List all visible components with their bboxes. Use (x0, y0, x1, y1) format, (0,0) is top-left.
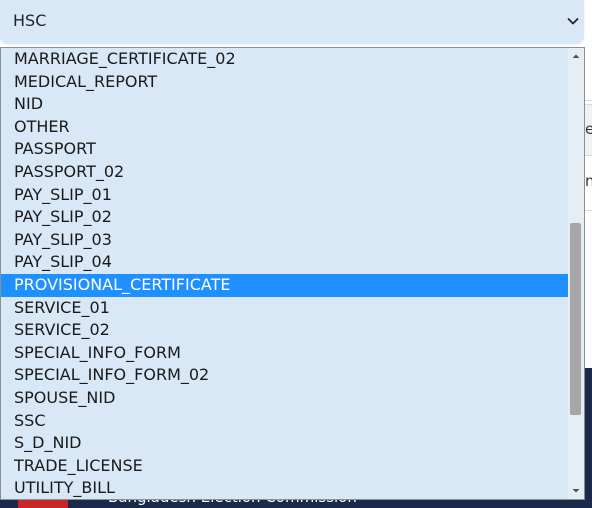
dropdown-option[interactable]: UTILITY_BILL (1, 477, 568, 499)
background-divider (585, 100, 592, 101)
dropdown-option[interactable]: SPECIAL_INFO_FORM_02 (1, 364, 568, 387)
option-list: MARRIAGE_CERTIFICATE_02 MEDICAL_REPORT NID… (1, 48, 568, 499)
document-type-select[interactable]: HSC (0, 0, 584, 44)
dropdown-option[interactable]: PAY_SLIP_03 (1, 229, 568, 252)
chevron-down-icon (567, 18, 579, 25)
background-row-text: n (585, 172, 592, 190)
listbox-scrollbar[interactable] (568, 48, 584, 499)
dropdown-option[interactable]: S_D_NID (1, 432, 568, 455)
dropdown-option[interactable]: PROVISIONAL_CERTIFICATE (1, 273, 568, 297)
dropdown-option[interactable]: PAY_SLIP_02 (1, 206, 568, 229)
dropdown-option[interactable]: OTHER (1, 116, 568, 139)
dropdown-option[interactable]: TRADE_LICENSE (1, 455, 568, 478)
dropdown-option[interactable]: SPOUSE_NID (1, 387, 568, 410)
document-type-listbox[interactable]: MARRIAGE_CERTIFICATE_02 MEDICAL_REPORT NID… (0, 47, 585, 500)
dropdown-option[interactable]: PASSPORT (1, 138, 568, 161)
dropdown-option[interactable]: PASSPORT_02 (1, 161, 568, 184)
dropdown-option[interactable]: NID (1, 93, 568, 116)
scrollbar-thumb[interactable] (570, 223, 581, 416)
select-current-value: HSC (13, 11, 47, 30)
dropdown-option[interactable]: MEDICAL_REPORT (1, 71, 568, 94)
dropdown-option[interactable]: PAY_SLIP_04 (1, 251, 568, 274)
background-divider (585, 210, 592, 211)
background-header-text: er (585, 120, 592, 138)
dropdown-option[interactable]: SPECIAL_INFO_FORM (1, 342, 568, 365)
scroll-up-arrow-icon[interactable] (568, 49, 584, 63)
dropdown-option[interactable]: MARRIAGE_CERTIFICATE_02 (1, 48, 568, 71)
screen: er n Bangladesh Election Commission HSC … (0, 0, 592, 508)
dropdown-option[interactable]: SERVICE_01 (1, 297, 568, 320)
dropdown-option[interactable]: PAY_SLIP_01 (1, 184, 568, 207)
dropdown-option[interactable]: SERVICE_02 (1, 319, 568, 342)
dropdown-option[interactable]: SSC (1, 410, 568, 433)
scroll-down-arrow-icon[interactable] (568, 484, 584, 498)
